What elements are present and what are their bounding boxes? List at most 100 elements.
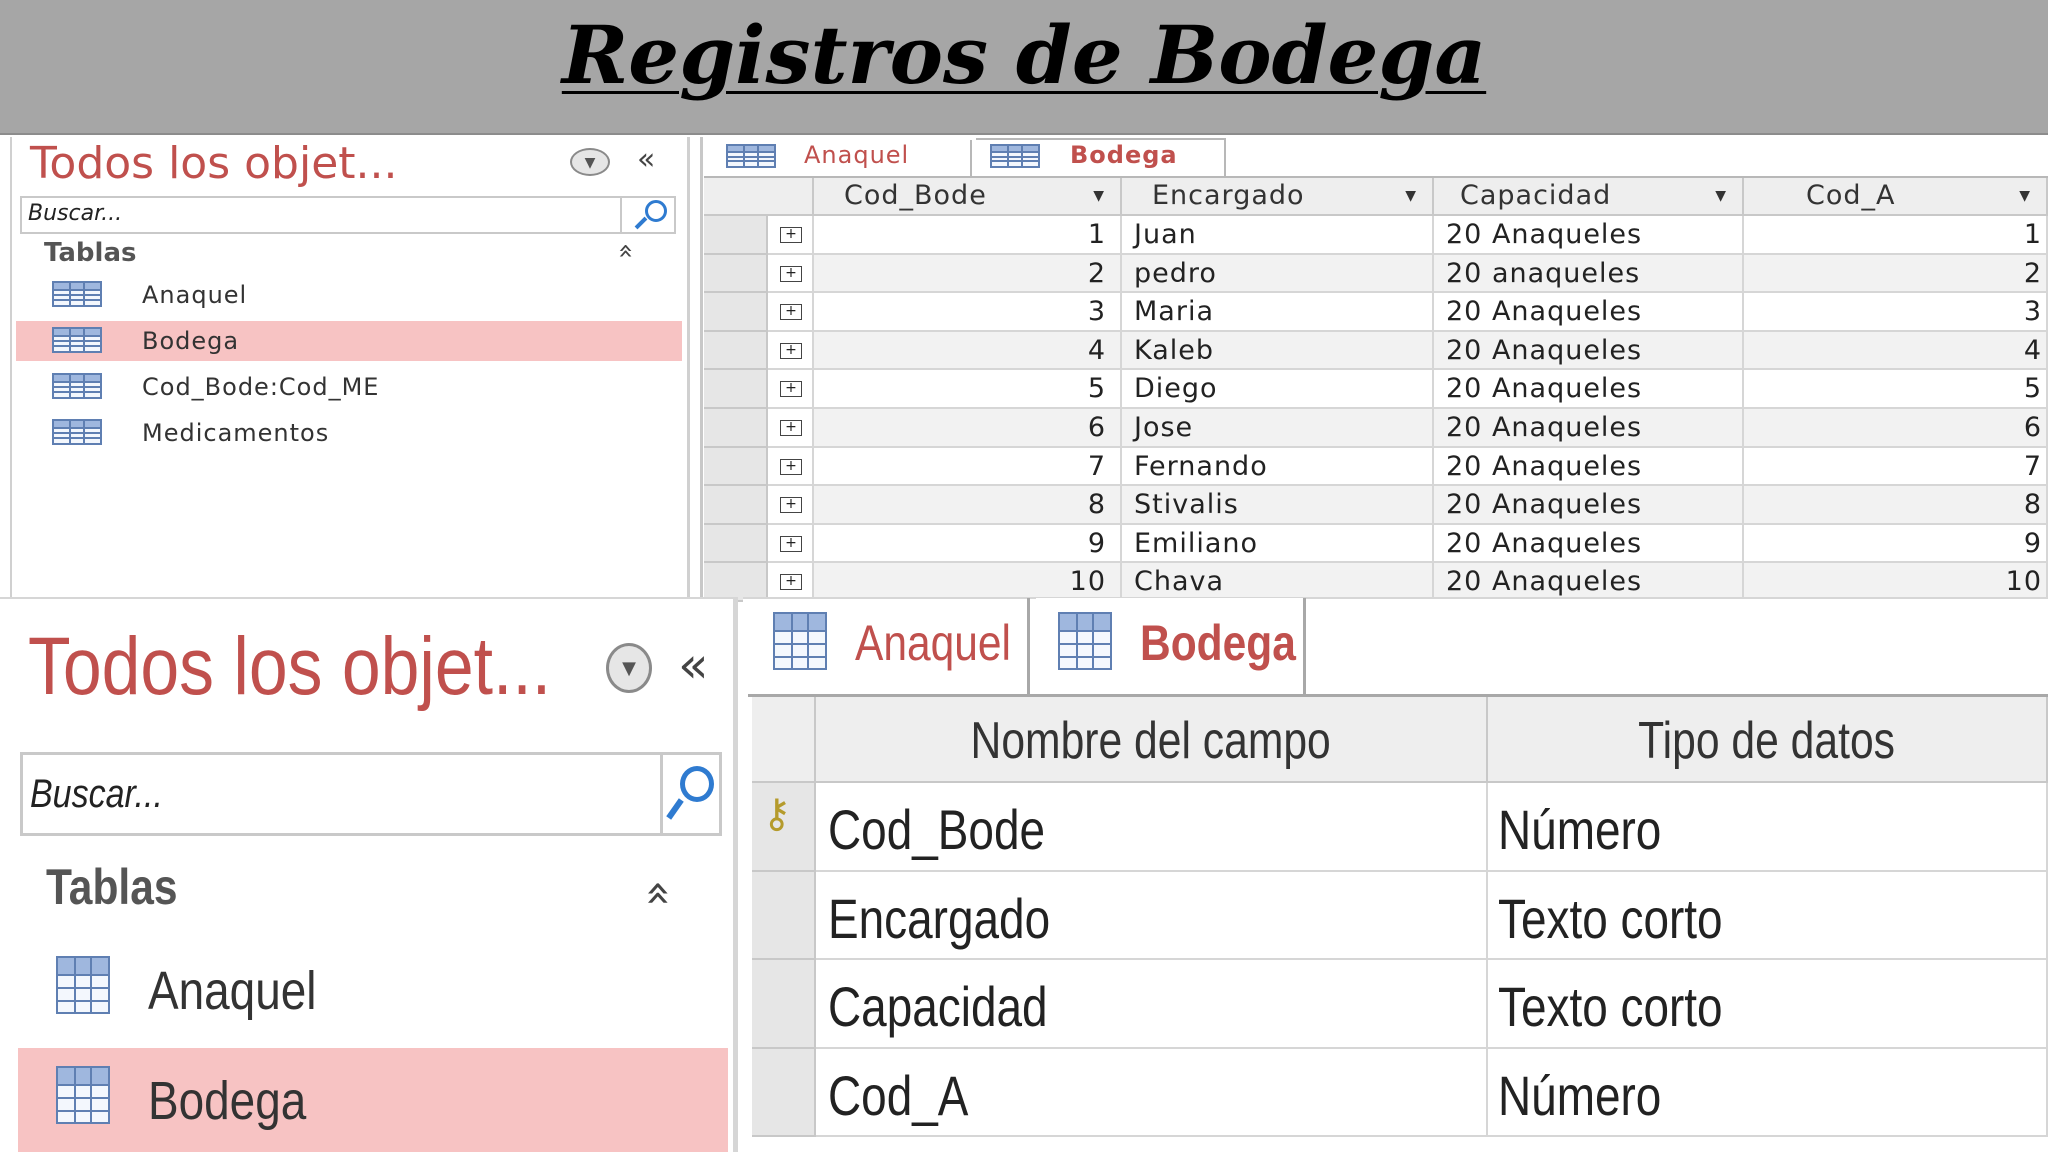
nav-item-bodega[interactable]: Bodega (18, 1048, 728, 1152)
row-selector[interactable] (704, 524, 768, 564)
data-type-cell[interactable]: Número (1488, 1048, 2048, 1137)
nav-pane-title[interactable]: Todos los objet... (28, 620, 551, 714)
data-type-cell[interactable]: Texto corto (1488, 960, 2048, 1049)
table-cell[interactable]: 3 (1744, 293, 2048, 332)
nav-pane-title[interactable]: Todos los objet... (30, 138, 398, 189)
field-name-cell[interactable]: Cod_Bode (816, 783, 1488, 872)
table-cell[interactable]: 8 (814, 486, 1122, 525)
collapse-section-icon[interactable]: « (634, 880, 685, 907)
table-cell[interactable]: 9 (814, 524, 1122, 564)
table-cell[interactable]: 20 Anaqueles (1434, 486, 1744, 525)
row-selector[interactable] (704, 486, 768, 525)
table-cell[interactable]: 2 (1744, 254, 2048, 294)
table-cell[interactable]: 20 Anaqueles (1434, 447, 1744, 487)
table-cell[interactable]: 20 Anaqueles (1434, 524, 1744, 564)
row-selector[interactable] (752, 960, 816, 1049)
row-selector[interactable] (704, 293, 768, 332)
table-cell[interactable]: 7 (814, 447, 1122, 487)
dropdown-icon[interactable]: ▼ (570, 148, 610, 176)
nav-item-bodega[interactable]: Bodega (16, 321, 682, 361)
table-cell[interactable]: pedro (1122, 254, 1434, 294)
row-selector[interactable] (704, 254, 768, 294)
row-selector[interactable] (704, 370, 768, 409)
expand-row-icon[interactable]: + (780, 574, 802, 591)
sort-arrow-icon[interactable]: ▼ (2019, 188, 2030, 204)
nav-item-cod-bode-cod-me[interactable]: Cod_Bode:Cod_ME (16, 367, 682, 407)
table-cell[interactable]: Jose (1122, 409, 1434, 448)
data-type-cell[interactable]: Número (1488, 783, 2048, 872)
table-cell[interactable]: 20 Anaqueles (1434, 331, 1744, 371)
section-header-tablas[interactable]: Tablas (44, 238, 136, 268)
sort-arrow-icon[interactable]: ▼ (1093, 188, 1104, 204)
column-header-capacidad[interactable]: Capacidad ▼ (1434, 178, 1744, 216)
nav-item-anaquel[interactable]: Anaquel (18, 940, 728, 1040)
section-header-tablas[interactable]: Tablas (46, 858, 177, 916)
table-cell[interactable]: 1 (814, 216, 1122, 255)
table-cell[interactable]: 4 (814, 331, 1122, 371)
table-cell[interactable]: 5 (1744, 370, 2048, 409)
collapse-pane-icon[interactable]: « (637, 142, 655, 177)
field-name-cell[interactable]: Cod_A (816, 1048, 1488, 1137)
row-selector[interactable] (704, 447, 768, 487)
table-cell[interactable]: Maria (1122, 293, 1434, 332)
table-cell[interactable]: 20 Anaqueles (1434, 216, 1744, 255)
field-name-cell[interactable]: Encargado (816, 871, 1488, 960)
tab-anaquel[interactable]: Anaquel (710, 140, 972, 176)
sort-arrow-icon[interactable]: ▼ (1405, 188, 1416, 204)
expand-row-icon[interactable]: + (780, 497, 802, 514)
table-cell[interactable]: Juan (1122, 216, 1434, 255)
sort-arrow-icon[interactable]: ▼ (1715, 188, 1726, 204)
table-cell[interactable]: Emiliano (1122, 524, 1434, 564)
table-cell[interactable]: 5 (814, 370, 1122, 409)
expand-row-icon[interactable]: + (780, 265, 802, 282)
data-type-cell[interactable]: Texto corto (1488, 871, 2048, 960)
field-name-cell[interactable]: Capacidad (816, 960, 1488, 1049)
table-cell[interactable]: Fernando (1122, 447, 1434, 487)
column-header-encargado[interactable]: Encargado ▼ (1122, 178, 1434, 216)
table-cell[interactable]: 4 (1744, 331, 2048, 371)
collapse-pane-icon[interactable]: « (678, 636, 709, 694)
tab-bodega[interactable]: Bodega (1036, 598, 1306, 696)
nav-item-anaquel[interactable]: Anaquel (16, 275, 682, 315)
table-cell[interactable]: 7 (1744, 447, 2048, 487)
table-cell[interactable]: 20 anaqueles (1434, 254, 1744, 294)
table-cell[interactable]: Kaleb (1122, 331, 1434, 371)
data-type: Texto corto (1498, 886, 1723, 950)
tab-bodega[interactable]: Bodega (976, 138, 1226, 178)
expand-row-icon[interactable]: + (780, 342, 802, 359)
collapse-section-icon[interactable]: « (611, 243, 641, 259)
table-cell[interactable]: 20 Anaqueles (1434, 370, 1744, 409)
select-all-corner[interactable] (704, 178, 814, 216)
column-header-cod-bode[interactable]: Cod_Bode ▼ (814, 178, 1122, 216)
row-selector[interactable] (704, 331, 768, 371)
table-cell[interactable]: Diego (1122, 370, 1434, 409)
table-cell[interactable]: 20 Anaqueles (1434, 293, 1744, 332)
table-cell[interactable]: 8 (1744, 486, 2048, 525)
table-cell[interactable]: 6 (814, 409, 1122, 448)
expand-row-icon[interactable]: + (780, 381, 802, 398)
expand-row-icon[interactable]: + (780, 420, 802, 436)
expand-row-icon[interactable]: + (780, 458, 802, 475)
table-cell[interactable]: 20 Anaqueles (1434, 409, 1744, 448)
table-cell[interactable]: 1 (1744, 216, 2048, 255)
dropdown-icon[interactable]: ▼ (606, 643, 652, 693)
tab-anaquel[interactable]: Anaquel (755, 598, 1030, 694)
table-cell[interactable]: 9 (1744, 524, 2048, 564)
expand-row-icon[interactable]: + (780, 304, 802, 321)
expand-row-icon[interactable]: + (780, 227, 802, 243)
row-selector[interactable] (704, 216, 768, 255)
expand-row-icon[interactable]: + (780, 535, 802, 552)
column-header-cod-a[interactable]: Cod_A ▼ (1744, 178, 2048, 216)
table-cell[interactable]: 3 (814, 293, 1122, 332)
table-cell[interactable]: Stivalis (1122, 486, 1434, 525)
nav-item-medicamentos[interactable]: Medicamentos (16, 413, 682, 453)
table-cell[interactable]: 6 (1744, 409, 2048, 448)
select-all-corner[interactable] (752, 697, 816, 783)
table-cell[interactable]: 2 (814, 254, 1122, 294)
column-header-nombre-del-campo[interactable]: Nombre del campo (816, 697, 1488, 783)
column-header-tipo-de-datos[interactable]: Tipo de datos (1488, 697, 2048, 783)
page-title: Registros de Bodega (561, 8, 1487, 102)
row-selector[interactable] (704, 409, 768, 448)
row-selector[interactable] (752, 871, 816, 960)
row-selector[interactable] (752, 1048, 816, 1137)
